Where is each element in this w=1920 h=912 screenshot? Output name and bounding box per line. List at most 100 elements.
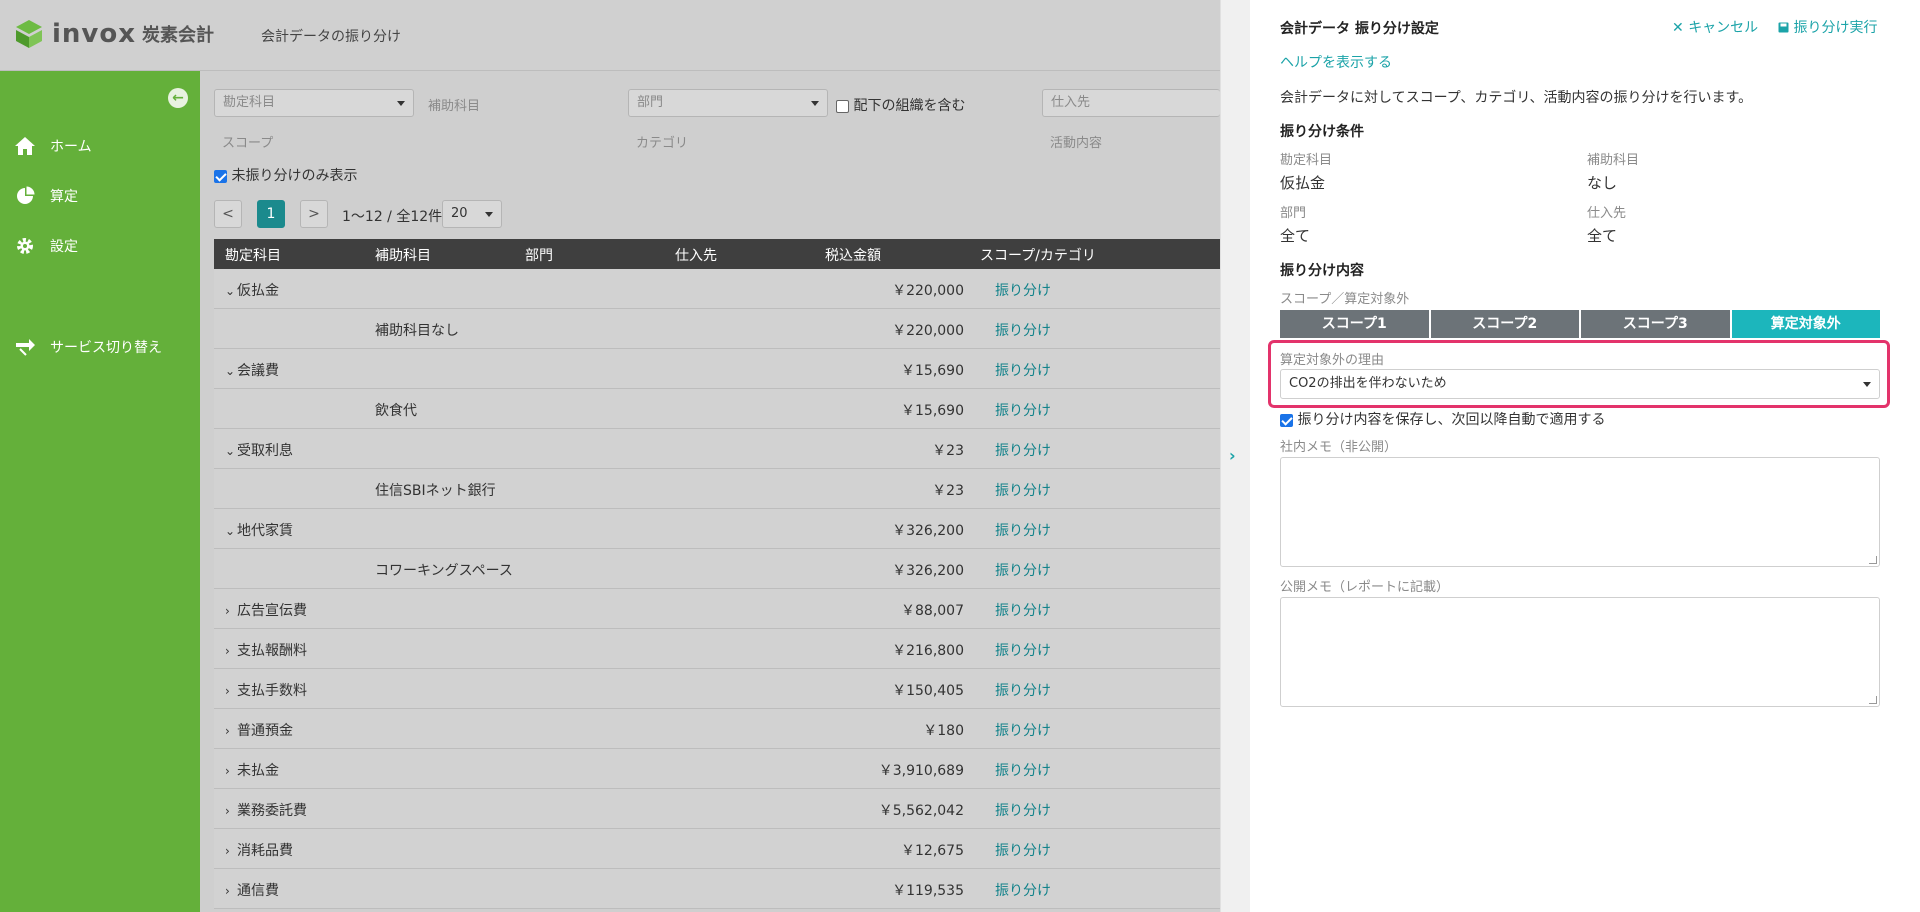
assign-link[interactable]: 振り分け bbox=[995, 400, 1051, 420]
help-link[interactable]: ヘルプを表示する bbox=[1280, 52, 1392, 72]
save-auto-apply-checkbox[interactable]: 振り分け内容を保存し、次回以降自動で適用する bbox=[1280, 409, 1605, 429]
col-account[interactable]: 勘定科目 bbox=[225, 245, 281, 265]
sub-account-filter-label[interactable]: 補助科目 bbox=[428, 95, 480, 114]
activity-filter-label[interactable]: 活動内容 bbox=[1050, 132, 1102, 151]
row-account[interactable]: ⌄ 仮払金 bbox=[225, 280, 279, 300]
assign-link[interactable]: 振り分け bbox=[995, 440, 1051, 460]
table-row[interactable]: › 支払手数料 ￥150,405 振り分け bbox=[214, 669, 1220, 709]
dept-filter-select[interactable]: 部門 bbox=[628, 89, 828, 117]
assign-link[interactable]: 振り分け bbox=[995, 720, 1051, 740]
chevron-right-icon[interactable]: › bbox=[225, 724, 237, 738]
assign-link[interactable]: 振り分け bbox=[995, 480, 1051, 500]
assign-link[interactable]: 振り分け bbox=[995, 880, 1051, 900]
col-supplier[interactable]: 仕入先 bbox=[675, 245, 717, 265]
chevron-down-icon[interactable]: ⌄ bbox=[225, 524, 237, 538]
checkbox-checked-icon[interactable] bbox=[1280, 413, 1293, 427]
chevron-right-icon[interactable]: › bbox=[1229, 446, 1236, 465]
tab-scope2[interactable]: スコープ2 bbox=[1430, 310, 1579, 338]
row-account[interactable]: › 普通預金 bbox=[225, 720, 293, 740]
sidebar-item-home[interactable]: ホーム bbox=[14, 135, 92, 157]
resize-grip-icon[interactable] bbox=[1869, 556, 1877, 564]
chevron-right-icon[interactable]: › bbox=[225, 684, 237, 698]
next-page-button[interactable]: > bbox=[300, 200, 328, 228]
row-amount: ￥216,800 bbox=[892, 643, 964, 659]
assign-link[interactable]: 振り分け bbox=[995, 600, 1051, 620]
table-row[interactable]: ⌄ 仮払金 ￥220,000 振り分け bbox=[214, 269, 1220, 309]
table-row[interactable]: ⌄ 受取利息 ￥23 振り分け bbox=[214, 429, 1220, 469]
assign-link[interactable]: 振り分け bbox=[995, 640, 1051, 660]
assign-link[interactable]: 振り分け bbox=[995, 680, 1051, 700]
table-row[interactable]: › 通信費 ￥119,535 振り分け bbox=[214, 869, 1220, 909]
assign-link[interactable]: 振り分け bbox=[995, 280, 1051, 300]
row-account[interactable]: › 広告宣伝費 bbox=[225, 600, 307, 620]
assign-link[interactable]: 振り分け bbox=[995, 840, 1051, 860]
chevron-right-icon[interactable]: › bbox=[225, 644, 237, 658]
chevron-right-icon[interactable]: › bbox=[225, 844, 237, 858]
chevron-right-icon[interactable]: › bbox=[225, 764, 237, 778]
row-account[interactable]: › 支払手数料 bbox=[225, 680, 307, 700]
table-row[interactable]: 飲食代 ￥15,690 振り分け bbox=[214, 389, 1220, 429]
col-sub-account[interactable]: 補助科目 bbox=[375, 245, 431, 265]
table-row[interactable]: › 普通預金 ￥180 振り分け bbox=[214, 709, 1220, 749]
category-filter-label[interactable]: カテゴリ bbox=[636, 132, 688, 151]
logo[interactable]: invox 炭素会計 bbox=[14, 18, 214, 50]
scope-filter-label[interactable]: スコープ bbox=[222, 132, 273, 151]
internal-memo-textarea[interactable] bbox=[1280, 457, 1880, 567]
page-1-button[interactable]: 1 bbox=[257, 200, 285, 228]
sidebar-item-settings[interactable]: 設定 bbox=[14, 235, 78, 257]
supplier-filter-input[interactable]: 仕入先 bbox=[1042, 89, 1220, 117]
table-row[interactable]: › 未払金 ￥3,910,689 振り分け bbox=[214, 749, 1220, 789]
chevron-right-icon[interactable]: › bbox=[225, 604, 237, 618]
col-scope-category[interactable]: スコープ/カテゴリ bbox=[980, 245, 1096, 265]
cancel-button[interactable]: ✕ キャンセル bbox=[1672, 17, 1758, 37]
prev-page-button[interactable]: < bbox=[214, 200, 242, 228]
table-row[interactable]: ⌄ 地代家賃 ￥326,200 振り分け bbox=[214, 509, 1220, 549]
tab-scope1[interactable]: スコープ1 bbox=[1280, 310, 1429, 338]
checkbox-icon[interactable] bbox=[836, 99, 849, 113]
assign-link[interactable]: 振り分け bbox=[995, 800, 1051, 820]
row-account[interactable]: › 支払報酬料 bbox=[225, 640, 307, 660]
chevron-right-icon[interactable]: › bbox=[225, 884, 237, 898]
col-amount[interactable]: 税込金額 bbox=[825, 245, 881, 265]
col-dept[interactable]: 部門 bbox=[525, 245, 553, 265]
table-row[interactable]: 住信SBIネット銀行 ￥23 振り分け bbox=[214, 469, 1220, 509]
chevron-right-icon[interactable]: › bbox=[225, 804, 237, 818]
chevron-down-icon[interactable]: ⌄ bbox=[225, 364, 237, 378]
row-account[interactable]: › 未払金 bbox=[225, 760, 279, 780]
chevron-down-icon bbox=[1863, 382, 1871, 387]
row-account[interactable]: ⌄ 地代家賃 bbox=[225, 520, 293, 540]
include-sub-orgs-checkbox[interactable]: 配下の組織を含む bbox=[836, 95, 965, 115]
table-row[interactable]: › 業務委託費 ￥5,562,042 振り分け bbox=[214, 789, 1220, 829]
assign-link[interactable]: 振り分け bbox=[995, 520, 1051, 540]
table-row[interactable]: コワーキングスペース ￥326,200 振り分け bbox=[214, 549, 1220, 589]
checkbox-checked-icon[interactable] bbox=[214, 169, 227, 183]
row-account[interactable]: ⌄ 会議費 bbox=[225, 360, 279, 380]
tab-scope3[interactable]: スコープ3 bbox=[1581, 310, 1730, 338]
row-account[interactable]: ⌄ 受取利息 bbox=[225, 440, 293, 460]
table-row[interactable]: ⌄ 会議費 ￥15,690 振り分け bbox=[214, 349, 1220, 389]
unassigned-only-checkbox[interactable]: 未振り分けのみ表示 bbox=[214, 165, 357, 185]
table-row[interactable]: › 広告宣伝費 ￥88,007 振り分け bbox=[214, 589, 1220, 629]
reason-select[interactable]: CO2の排出を伴わないため bbox=[1280, 369, 1880, 399]
resize-grip-icon[interactable] bbox=[1869, 696, 1877, 704]
chevron-down-icon[interactable]: ⌄ bbox=[225, 284, 237, 298]
assign-link[interactable]: 振り分け bbox=[995, 320, 1051, 340]
tab-out-of-scope[interactable]: 算定対象外 bbox=[1731, 310, 1880, 338]
sidebar-item-switch-service[interactable]: サービス切り替え bbox=[14, 336, 162, 358]
page-size-select[interactable]: 20 bbox=[442, 200, 502, 228]
sidebar-item-calculation[interactable]: 算定 bbox=[14, 185, 78, 207]
account-filter-select[interactable]: 勘定科目 bbox=[214, 89, 414, 117]
table-row[interactable]: › 消耗品費 ￥12,675 振り分け bbox=[214, 829, 1220, 869]
row-account[interactable]: › 業務委託費 bbox=[225, 800, 307, 820]
assign-link[interactable]: 振り分け bbox=[995, 360, 1051, 380]
collapse-sidebar-icon[interactable]: ← bbox=[168, 88, 188, 108]
assign-link[interactable]: 振り分け bbox=[995, 560, 1051, 580]
public-memo-textarea[interactable] bbox=[1280, 597, 1880, 707]
row-account[interactable]: › 消耗品費 bbox=[225, 840, 293, 860]
table-row[interactable]: › 支払報酬料 ￥216,800 振り分け bbox=[214, 629, 1220, 669]
row-account[interactable]: › 通信費 bbox=[225, 880, 279, 900]
table-row[interactable]: 補助科目なし ￥220,000 振り分け bbox=[214, 309, 1220, 349]
assign-link[interactable]: 振り分け bbox=[995, 760, 1051, 780]
run-assignment-button[interactable]: 振り分け実行 bbox=[1778, 17, 1877, 37]
chevron-down-icon[interactable]: ⌄ bbox=[225, 444, 237, 458]
